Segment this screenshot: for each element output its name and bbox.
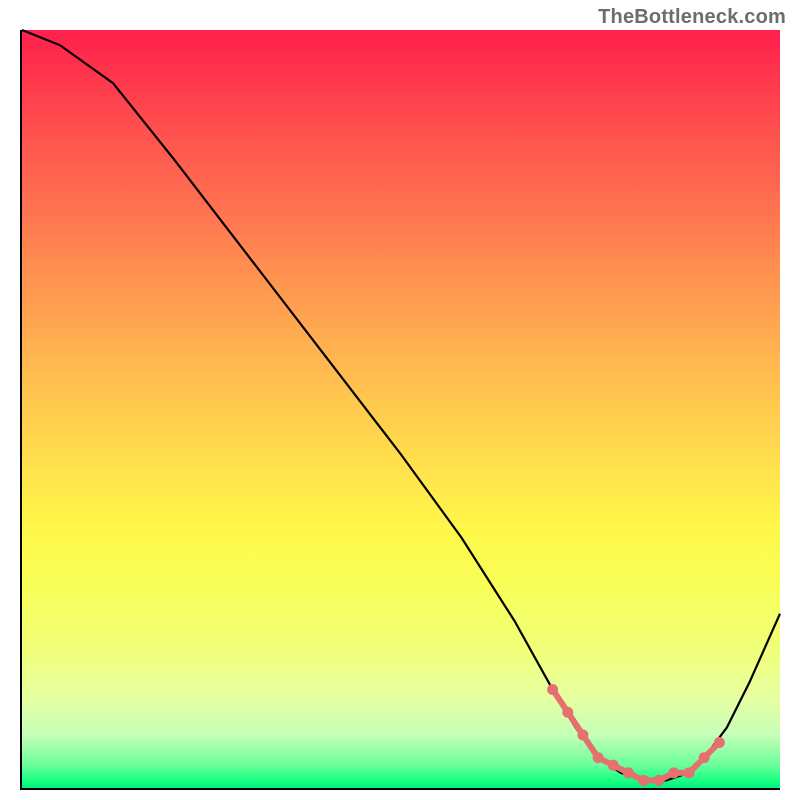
optimal-marker	[684, 767, 695, 778]
bottleneck-curve	[22, 30, 780, 780]
optimal-marker	[547, 684, 558, 695]
optimal-marker	[608, 760, 619, 771]
optimal-marker	[714, 737, 725, 748]
optimal-markers	[547, 684, 725, 786]
optimal-marker	[562, 707, 573, 718]
optimal-marker	[593, 752, 604, 763]
optimal-marker	[699, 752, 710, 763]
optimal-marker	[653, 775, 664, 786]
watermark-text: TheBottleneck.com	[598, 6, 786, 29]
optimal-marker	[577, 729, 588, 740]
optimal-marker	[638, 775, 649, 786]
optimal-marker	[668, 767, 679, 778]
chart-svg	[22, 30, 780, 788]
optimal-marker	[623, 767, 634, 778]
chart-plot-area	[20, 30, 780, 790]
